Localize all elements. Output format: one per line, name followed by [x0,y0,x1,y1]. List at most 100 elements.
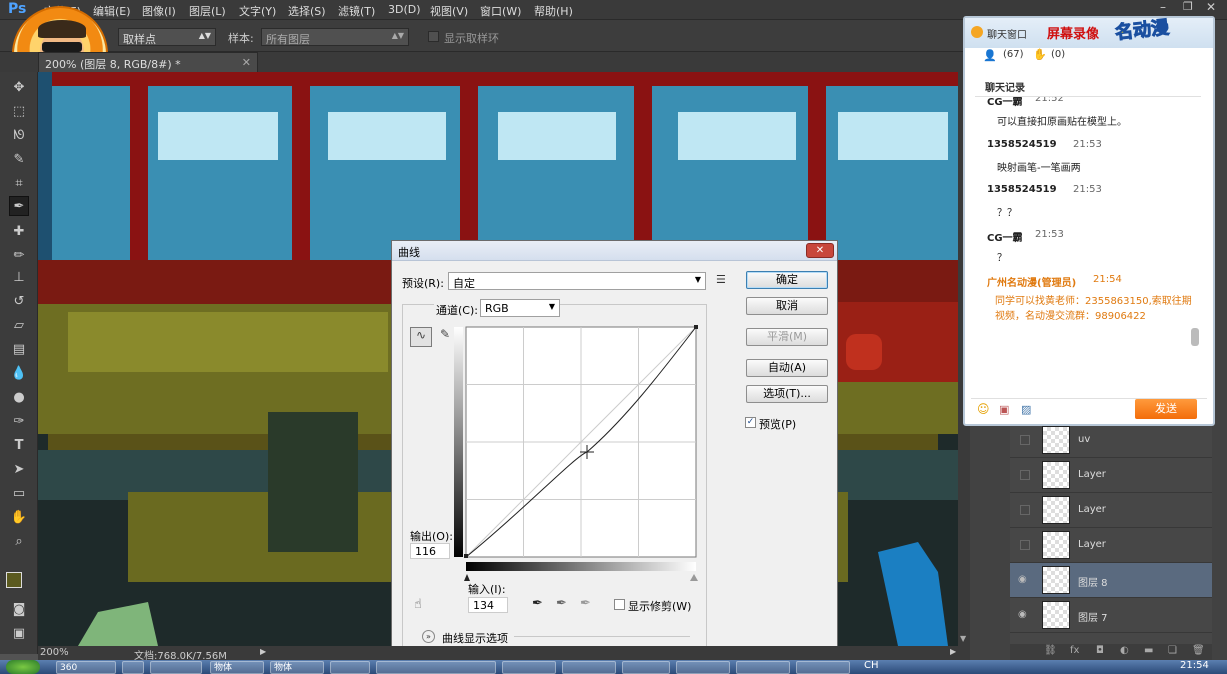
taskbar-item[interactable] [150,661,202,674]
lasso-tool-icon[interactable]: ᘚ [9,126,29,146]
taskbar-item[interactable]: 物体 [270,661,324,674]
pen-tool-icon[interactable]: ✑ [9,412,29,432]
dialog-close-button[interactable]: ✕ [806,243,834,258]
delete-layer-icon[interactable]: 🗑 [1192,645,1205,656]
layer-row[interactable]: Layer [1010,458,1212,493]
edit-points-curve-icon[interactable]: ∿ [410,327,432,347]
gray-point-eyedropper-icon[interactable]: ✒ [556,596,567,611]
menu-edit[interactable]: 编辑(E) [93,3,131,19]
type-tool-icon[interactable]: T [9,436,29,456]
taskbar-item[interactable] [796,661,850,674]
scroll-down-icon[interactable]: ▼ [960,634,966,643]
sample-select[interactable]: 所有图层 ▲▼ [261,28,409,46]
menu-view[interactable]: 视图(V) [430,3,468,19]
smooth-button[interactable]: 平滑(M) [746,328,828,346]
preview-checkbox[interactable]: ✓ [745,417,756,428]
healing-tool-icon[interactable]: ✚ [9,222,29,242]
group-icon[interactable]: ▬ [1144,645,1153,656]
message-list[interactable]: CG一霸 21:52 可以直接扣原画贴在模型上。 1358524519 21:5… [975,96,1201,350]
stamp-tool-icon[interactable]: ⊥ [9,268,29,288]
brush-tool-icon[interactable]: ✏ [9,246,29,266]
layer-row-selected[interactable]: ◉ 图层 8 [1010,563,1212,598]
fx-icon[interactable]: fx [1070,645,1079,656]
shape-tool-icon[interactable]: ▭ [9,484,29,504]
menu-image[interactable]: 图像(I) [142,3,176,19]
visibility-toggle[interactable] [1020,505,1030,515]
preset-options-icon[interactable]: ☰ [716,273,726,286]
menu-3d[interactable]: 3D(D) [388,3,421,16]
close-icon[interactable]: ✕ [1206,0,1216,14]
preset-select[interactable]: 自定 ▼ [448,272,706,290]
zoom-tool-icon[interactable]: ⌕ [9,532,29,552]
ime-indicator[interactable]: CH [864,660,879,671]
taskbar-item[interactable] [122,661,144,674]
gradient-tool-icon[interactable]: ▤ [9,340,29,360]
screenshot-icon[interactable]: ▨ [1021,403,1031,416]
display-options-label[interactable]: 曲线显示选项 [442,630,508,646]
crop-tool-icon[interactable]: ⌗ [9,174,29,194]
visibility-toggle[interactable] [1020,470,1030,480]
send-button[interactable]: 发送 [1135,399,1197,419]
eye-icon[interactable]: ◉ [1018,574,1030,586]
move-tool-icon[interactable]: ✥ [9,78,29,98]
image-icon[interactable]: ▣ [999,403,1009,416]
raise-hand-icon[interactable]: ✋ [1033,48,1047,61]
adjustment-icon[interactable]: ◐ [1120,645,1129,656]
document-tab[interactable]: 200% (图层 8, RGB/8#) * ✕ [38,52,258,72]
tab-close-icon[interactable]: ✕ [242,56,251,69]
taskbar-item[interactable]: 物体 [210,661,264,674]
taskbar-item[interactable] [502,661,556,674]
eye-icon[interactable]: ◉ [1018,609,1030,621]
scroll-right-icon[interactable]: ▶ [950,647,956,656]
draw-curve-pencil-icon[interactable]: ✎ [436,327,454,347]
menu-select[interactable]: 选择(S) [288,3,326,19]
menu-filter[interactable]: 滤镜(T) [338,3,375,19]
menu-window[interactable]: 窗口(W) [480,3,521,19]
history-brush-icon[interactable]: ↺ [9,292,29,312]
black-point-eyedropper-icon[interactable]: ✒ [532,596,543,611]
taskbar-item[interactable] [562,661,616,674]
channel-select[interactable]: RGB ▼ [480,299,560,317]
layer-row[interactable]: Layer [1010,528,1212,563]
eyedropper-tool-icon[interactable]: ✒ [9,196,29,216]
expand-options-icon[interactable]: » [422,630,435,643]
options-button[interactable]: 选项(T)... [746,385,828,403]
status-menu-arrow-icon[interactable]: ▶ [260,647,266,656]
dodge-tool-icon[interactable]: ● [9,388,29,408]
restore-icon[interactable]: ❐ [1183,0,1193,13]
taskbar-item[interactable] [676,661,730,674]
screen-mode-icon[interactable]: ▣ [9,624,29,644]
taskbar-item[interactable] [330,661,370,674]
layer-row[interactable]: uv [1010,423,1212,458]
start-button[interactable] [6,660,40,674]
output-field[interactable]: 116 [410,543,450,559]
minimize-icon[interactable]: – [1160,0,1166,14]
blur-tool-icon[interactable]: 💧 [9,364,29,384]
layer-row[interactable]: ◉ 图层 7 [1010,598,1212,633]
taskbar-item[interactable] [622,661,670,674]
show-clipping-checkbox[interactable] [614,599,625,610]
hand-tool-icon[interactable]: ✋ [9,508,29,528]
layer-row[interactable]: Layer [1010,493,1212,528]
curves-graph[interactable] [454,325,700,587]
menu-help[interactable]: 帮助(H) [534,3,573,19]
menu-type[interactable]: 文字(Y) [239,3,276,19]
white-point-eyedropper-icon[interactable]: ✒ [580,596,591,611]
quick-mask-icon[interactable]: ◙ [9,600,29,620]
cancel-button[interactable]: 取消 [746,297,828,315]
on-image-adjust-icon[interactable]: ☝ [414,597,422,612]
quick-select-tool-icon[interactable]: ✎ [9,150,29,170]
taskbar-item[interactable] [736,661,790,674]
visibility-toggle[interactable] [1020,540,1030,550]
marquee-tool-icon[interactable]: ⬚ [9,102,29,122]
ok-button[interactable]: 确定 [746,271,828,289]
input-field[interactable]: 134 [468,597,508,613]
auto-button[interactable]: 自动(A) [746,359,828,377]
sample-size-select[interactable]: 取样点 ▲▼ [118,28,216,46]
link-layers-icon[interactable]: ⛓ [1044,645,1057,656]
new-layer-icon[interactable]: ❏ [1168,645,1177,656]
path-select-icon[interactable]: ➤ [9,460,29,480]
zoom-level[interactable]: 200% [40,647,69,658]
show-ring-checkbox[interactable] [428,31,439,42]
chat-scrollbar-thumb[interactable] [1191,328,1199,346]
